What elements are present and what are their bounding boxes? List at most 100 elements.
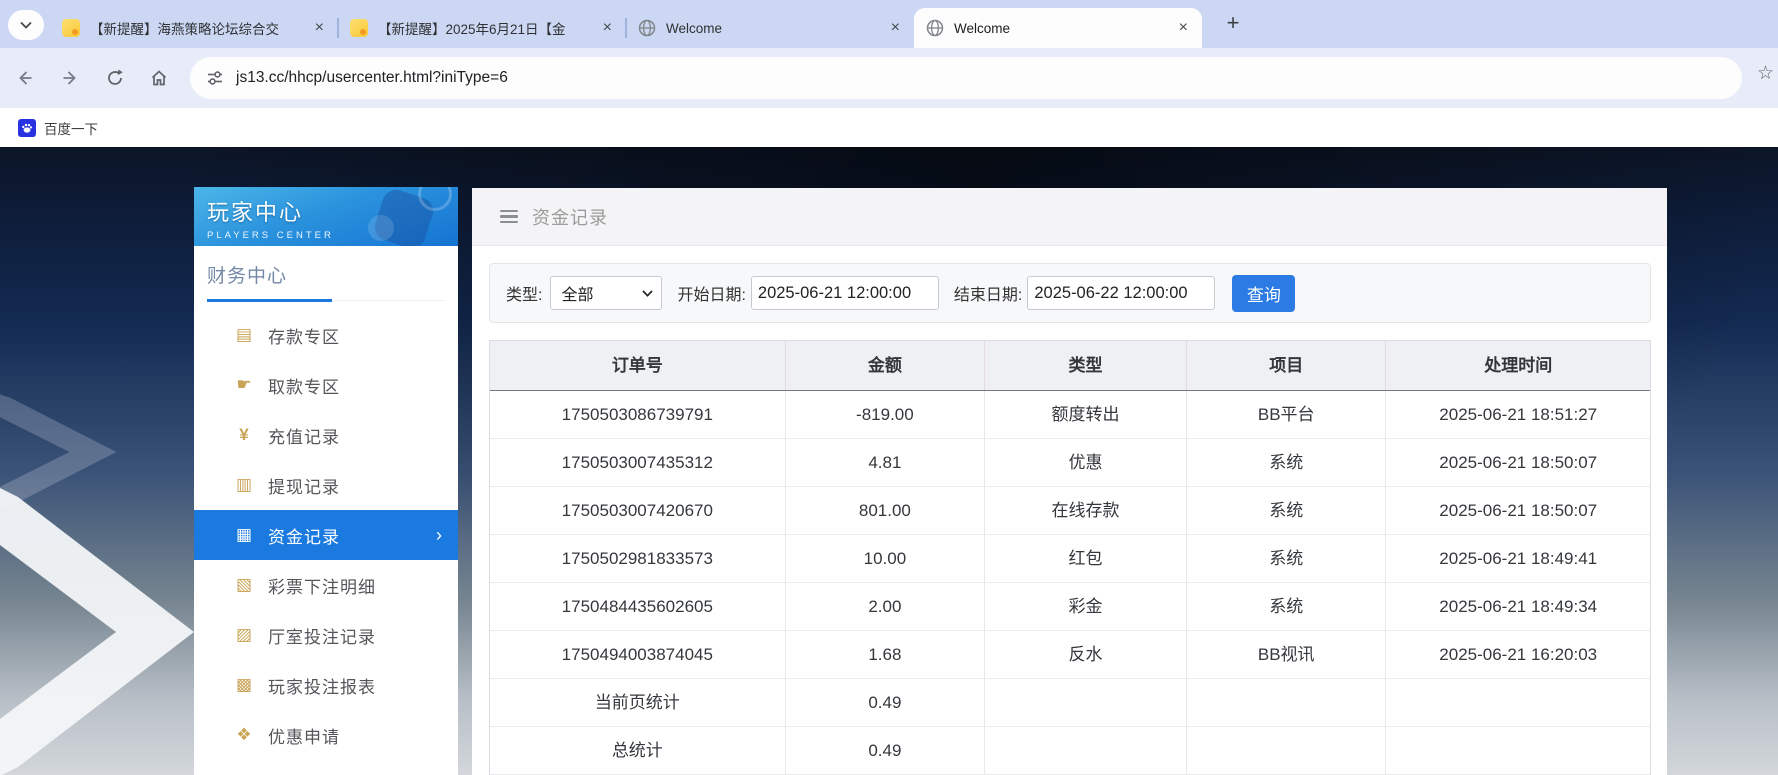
cell-project xyxy=(1186,679,1386,726)
table-row: 1750503086739791 -819.00 额度转出 BB平台 2025-… xyxy=(490,391,1650,439)
browser-tab-0[interactable]: 【新提醒】海燕策略论坛综合交 × xyxy=(50,8,338,48)
browser-window: 【新提醒】海燕策略论坛综合交 × 【新提醒】2025年6月21日【金 × Wel… xyxy=(0,0,1778,775)
type-select-value: 全部 xyxy=(561,281,642,305)
cell-order-no: 1750502981833573 xyxy=(490,535,785,582)
cell-order-no: 1750494003874045 xyxy=(490,631,785,678)
start-date-label: 开始日期: xyxy=(677,281,745,305)
cell-amount: 10.00 xyxy=(785,535,985,582)
table-row: 1750503007435312 4.81 优惠 系统 2025-06-21 1… xyxy=(490,439,1650,487)
withdraw-record-wallet-icon: ▥ xyxy=(232,475,256,495)
home-icon xyxy=(149,68,169,88)
hall-bet-record-icon: ▨ xyxy=(232,625,256,645)
cell-type: 额度转出 xyxy=(984,391,1186,438)
table-row: 1750502981833573 10.00 红包 系统 2025-06-21 … xyxy=(490,535,1650,583)
select-caret-icon xyxy=(642,290,653,297)
cell-amount: 801.00 xyxy=(785,487,985,534)
forum-favicon xyxy=(62,19,80,37)
url-text: js13.cc/hhcp/usercenter.html?iniType=6 xyxy=(236,69,508,87)
cell-amount: 2.00 xyxy=(785,583,985,630)
chevron-right-icon: › xyxy=(436,526,442,544)
cell-type: 优惠 xyxy=(984,439,1186,486)
lottery-bet-detail-icon: ▧ xyxy=(232,575,256,595)
bookmarks-bar: 百度一下 xyxy=(0,108,1778,147)
funds-record-icon: ▦ xyxy=(232,525,256,545)
column-header-3: 项目 xyxy=(1186,341,1386,390)
end-date-label: 结束日期: xyxy=(954,281,1022,305)
sidebar-section-title: 财务中心 xyxy=(207,261,445,301)
cell-order-no: 总统计 xyxy=(490,727,785,774)
column-header-2: 类型 xyxy=(984,341,1186,390)
sidebar-item-6[interactable]: ▨ 厅室投注记录 › xyxy=(194,610,458,660)
cell-project: 系统 xyxy=(1186,535,1386,582)
cell-time xyxy=(1385,679,1649,726)
cell-order-no: 1750503086739791 xyxy=(490,391,785,438)
table-body: 1750503086739791 -819.00 额度转出 BB平台 2025-… xyxy=(490,391,1650,775)
sidebar-item-4[interactable]: ▦ 资金记录 › xyxy=(194,510,458,560)
cell-project: 系统 xyxy=(1186,583,1386,630)
tab-search-button[interactable] xyxy=(8,10,44,40)
browser-tab-1[interactable]: 【新提醒】2025年6月21日【金 × xyxy=(338,8,626,48)
column-header-1: 金额 xyxy=(785,341,985,390)
cell-type: 在线存款 xyxy=(984,487,1186,534)
address-bar[interactable]: js13.cc/hhcp/usercenter.html?iniType=6 xyxy=(190,57,1742,99)
cell-type: 红包 xyxy=(984,535,1186,582)
cell-type: 彩金 xyxy=(984,583,1186,630)
tab-close-icon[interactable]: × xyxy=(887,19,904,37)
cell-project xyxy=(1186,727,1386,774)
filter-bar: 类型: 全部 开始日期: 结束日期: 查询 xyxy=(489,263,1651,323)
cell-time: 2025-06-21 18:51:27 xyxy=(1385,391,1649,438)
player-bet-report-icon: ▩ xyxy=(232,675,256,695)
globe-favicon xyxy=(638,19,656,37)
home-button[interactable] xyxy=(142,61,176,95)
sidebar-item-8[interactable]: ❖ 优惠申请 › xyxy=(194,710,458,760)
cell-amount: 4.81 xyxy=(785,439,985,486)
cell-order-no: 1750503007435312 xyxy=(490,439,785,486)
cell-order-no: 1750503007420670 xyxy=(490,487,785,534)
new-tab-button[interactable]: + xyxy=(1218,9,1248,39)
cell-time: 2025-06-21 18:50:07 xyxy=(1385,439,1649,486)
background-chevron-shape xyxy=(0,392,120,512)
start-date-input[interactable] xyxy=(751,276,939,310)
search-button[interactable]: 查询 xyxy=(1232,275,1295,312)
cell-time: 2025-06-21 18:49:34 xyxy=(1385,583,1649,630)
sidebar-item-0[interactable]: ▤ 存款专区 › xyxy=(194,310,458,360)
withdraw-hand-icon: ☛ xyxy=(232,375,256,395)
cell-amount: 1.68 xyxy=(785,631,985,678)
cell-amount: 0.49 xyxy=(785,679,985,726)
tab-close-icon[interactable]: × xyxy=(599,19,616,37)
reload-button[interactable] xyxy=(98,61,132,95)
chevron-down-icon xyxy=(20,21,32,29)
tab-close-icon[interactable]: × xyxy=(311,19,328,37)
page-title: 资金记录 xyxy=(532,204,608,230)
cell-type xyxy=(984,679,1186,726)
cell-project: 系统 xyxy=(1186,439,1386,486)
table-row: 当前页统计 0.49 xyxy=(490,679,1650,727)
browser-tab-3[interactable]: Welcome × xyxy=(914,8,1202,48)
sidebar-item-5[interactable]: ▧ 彩票下注明细 › xyxy=(194,560,458,610)
type-label: 类型: xyxy=(506,281,542,305)
bookmark-star-icon[interactable]: ☆ xyxy=(1757,62,1774,85)
forward-arrow-icon xyxy=(60,68,80,88)
sidebar-item-3[interactable]: ▥ 提现记录 › xyxy=(194,460,458,510)
cell-time: 2025-06-21 16:20:03 xyxy=(1385,631,1649,678)
menu-hamburger-icon[interactable] xyxy=(500,210,518,224)
forward-button[interactable] xyxy=(53,61,87,95)
player-center-sidebar: 玩家中心 PLAYERS CENTER 财务中心 ▤ 存款专区 › ☛ 取款专区… xyxy=(194,187,458,775)
panel-header: 资金记录 xyxy=(472,188,1667,246)
cell-order-no: 当前页统计 xyxy=(490,679,785,726)
sidebar-nav: ▤ 存款专区 › ☛ 取款专区 › ¥ 充值记录 › ▥ 提现记录 › ▦ 资金… xyxy=(194,310,458,760)
sidebar-item-1[interactable]: ☛ 取款专区 › xyxy=(194,360,458,410)
sidebar-item-7[interactable]: ▩ 玩家投注报表 › xyxy=(194,660,458,710)
browser-tab-2[interactable]: Welcome × xyxy=(626,8,914,48)
tab-close-icon[interactable]: × xyxy=(1175,19,1192,37)
sidebar-item-2[interactable]: ¥ 充值记录 › xyxy=(194,410,458,460)
bookmark-baidu[interactable]: 百度一下 xyxy=(12,115,104,141)
site-settings-icon xyxy=(206,69,224,87)
globe-favicon xyxy=(926,19,944,37)
cell-amount: -819.00 xyxy=(785,391,985,438)
deposit-card-icon: ▤ xyxy=(232,325,256,345)
back-button[interactable] xyxy=(8,61,42,95)
end-date-input[interactable] xyxy=(1027,276,1215,310)
type-select[interactable]: 全部 xyxy=(550,276,662,310)
funds-record-panel: 资金记录 类型: 全部 开始日期: 结束日期: 查询 订单号金额类型项目处理时间… xyxy=(472,188,1667,775)
